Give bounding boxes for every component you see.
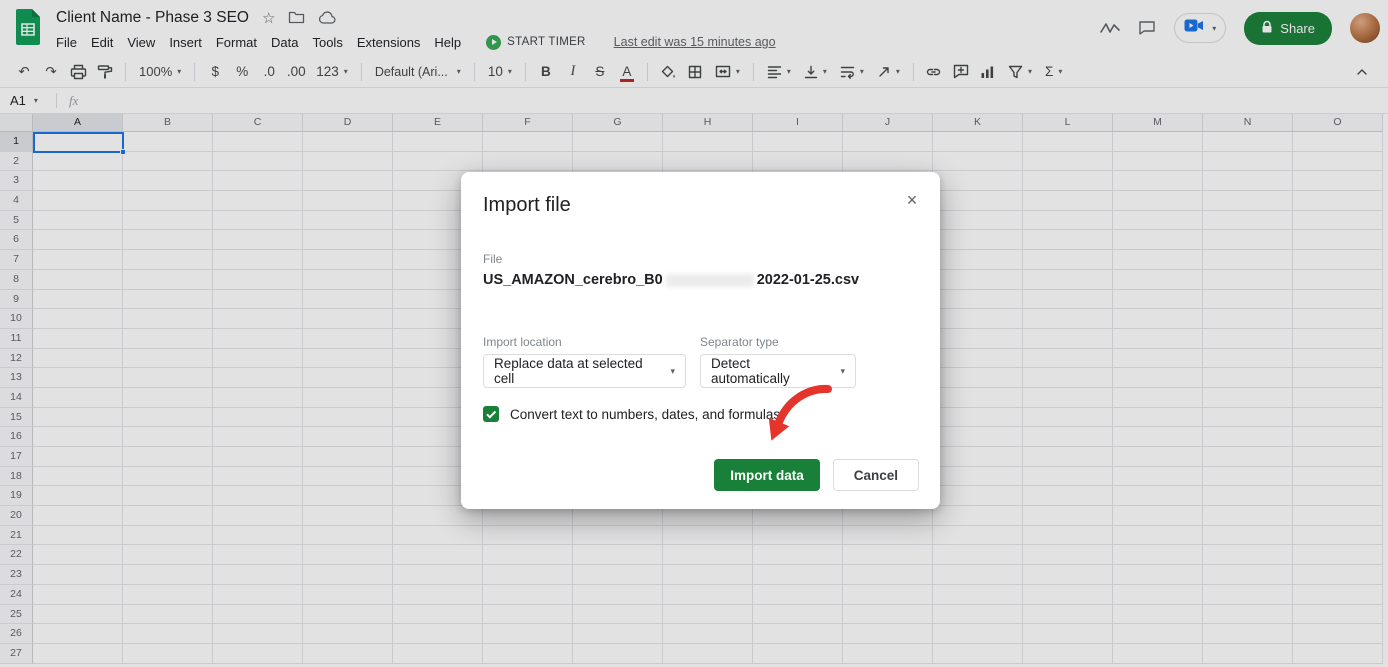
import-data-button[interactable]: Import data: [714, 459, 820, 491]
separator-type-value: Detect automatically: [711, 356, 790, 386]
import-location-label: Import location: [483, 335, 562, 349]
convert-checkbox-row[interactable]: Convert text to numbers, dates, and form…: [483, 406, 780, 422]
separator-type-dropdown[interactable]: Detect automatically ▾: [700, 354, 856, 388]
convert-checkbox-label: Convert text to numbers, dates, and form…: [510, 406, 781, 422]
file-name-prefix: US_AMAZON_cerebro_B0: [483, 272, 663, 288]
import-location-dropdown[interactable]: Replace data at selected cell ▾: [483, 354, 686, 388]
checkbox-checked-icon[interactable]: [483, 406, 499, 422]
file-name: US_AMAZON_cerebro_B0 2022-01-25.csv: [483, 272, 859, 288]
import-location-value: Replace data at selected cell: [494, 356, 643, 386]
chevron-down-icon: ▾: [670, 365, 675, 376]
file-name-suffix: 2022-01-25.csv: [756, 272, 860, 288]
redacted-blur: [665, 273, 754, 287]
close-icon[interactable]: ×: [898, 186, 926, 214]
import-file-dialog: Import file × File US_AMAZON_cerebro_B0 2…: [461, 172, 940, 509]
chevron-down-icon: ▾: [840, 365, 845, 376]
dialog-buttons: Import data Cancel: [714, 459, 919, 491]
google-sheets-app: Client Name - Phase 3 SEO ☆ File Edit View…: [0, 0, 1388, 667]
file-label: File: [483, 252, 503, 266]
separator-type-label: Separator type: [700, 335, 779, 349]
dialog-title: Import file: [483, 194, 571, 216]
cancel-button[interactable]: Cancel: [832, 459, 919, 491]
